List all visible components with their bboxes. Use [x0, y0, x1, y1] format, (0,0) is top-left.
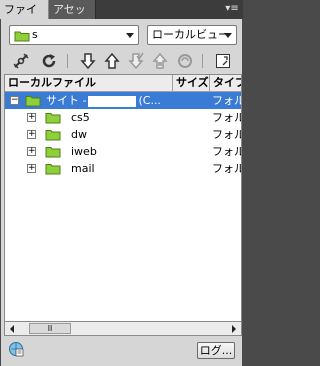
site-root-type: フォルダ [212, 94, 241, 107]
check-in-icon[interactable] [150, 51, 170, 71]
folder-icon [25, 96, 41, 107]
get-icon[interactable] [78, 51, 98, 71]
sync-icon[interactable] [175, 51, 195, 71]
site-select-value: s [32, 28, 38, 41]
folder-name: cs5 [71, 111, 90, 124]
column-type[interactable]: タイプ [210, 75, 241, 91]
column-header: ローカルファイル サイズ タイプ [5, 75, 241, 92]
expand-icon[interactable]: + [27, 147, 36, 156]
tab-assets[interactable]: アセット [49, 0, 96, 35]
check-out-icon[interactable] [126, 51, 146, 71]
column-local-files[interactable]: ローカルファイル [5, 75, 173, 91]
site-select[interactable]: s [9, 25, 139, 45]
expand-icon[interactable]: + [27, 130, 36, 139]
chevron-down-icon [126, 33, 134, 38]
folder-name: mail [71, 162, 95, 175]
view-select-value: ローカルビュー [152, 28, 229, 41]
expand-icon[interactable]: + [27, 164, 36, 173]
folder-icon [45, 130, 61, 141]
toolbar-separator [202, 54, 203, 68]
site-folder-icon [14, 31, 30, 42]
scroll-thumb[interactable]: Ⅲ [29, 323, 71, 334]
site-root-label: サイト - (C... [46, 92, 161, 109]
chevron-down-icon [224, 33, 232, 38]
redacted-block [88, 95, 137, 107]
arrow-left-icon [10, 324, 14, 333]
put-icon[interactable] [102, 51, 122, 71]
folder-type: フォルダ [212, 111, 241, 124]
expand-icon[interactable]: + [27, 113, 36, 122]
folder-type: フォルダ [212, 128, 241, 141]
collapse-icon[interactable]: − [10, 96, 19, 105]
horizontal-scrollbar[interactable]: Ⅲ [4, 322, 242, 336]
tab-files[interactable]: ファイル [0, 0, 49, 35]
arrow-right-icon [232, 324, 236, 333]
tree-row-site-root[interactable]: − サイト - (C... フォルダ [5, 92, 241, 109]
folder-icon [45, 113, 61, 124]
folder-name: dw [71, 128, 87, 141]
file-list: ローカルファイル サイズ タイプ − サイト - (C... フォルダ + [4, 74, 242, 322]
refresh-icon[interactable] [39, 51, 59, 71]
connect-icon[interactable] [11, 51, 31, 71]
site-root-name: サイト - [46, 94, 87, 107]
toolbar [1, 49, 242, 73]
panel-content: s ローカルビュー ローカルファイル サイズ タイ − サイト - (C... … [1, 19, 242, 366]
scroll-right-button[interactable] [228, 323, 240, 334]
view-select[interactable]: ローカルビュー [147, 25, 237, 45]
files-panel: ファイル アセット ▾≡ s ローカルビュー [0, 0, 243, 366]
site-status-icon[interactable] [8, 341, 24, 357]
tree-row-folder[interactable]: + dw フォルダ [5, 126, 241, 143]
log-button[interactable]: ログ... [197, 342, 235, 359]
folder-type: フォルダ [212, 162, 241, 175]
folder-icon [45, 147, 61, 158]
site-root-path: (C... [138, 94, 161, 107]
toolbar-separator [67, 54, 68, 68]
column-size[interactable]: サイズ [173, 75, 210, 91]
expand-icon[interactable] [213, 51, 233, 71]
tree-row-folder[interactable]: + iweb フォルダ [5, 143, 241, 160]
folder-icon [45, 164, 61, 175]
folder-name: iweb [71, 145, 97, 158]
folder-type: フォルダ [212, 145, 241, 158]
options-menu-icon[interactable]: ▾≡ [224, 3, 240, 15]
scroll-left-button[interactable] [6, 323, 18, 334]
tab-bar: ファイル アセット ▾≡ [0, 0, 243, 35]
tree-row-folder[interactable]: + mail フォルダ [5, 160, 241, 177]
tree-row-folder[interactable]: + cs5 フォルダ [5, 109, 241, 126]
